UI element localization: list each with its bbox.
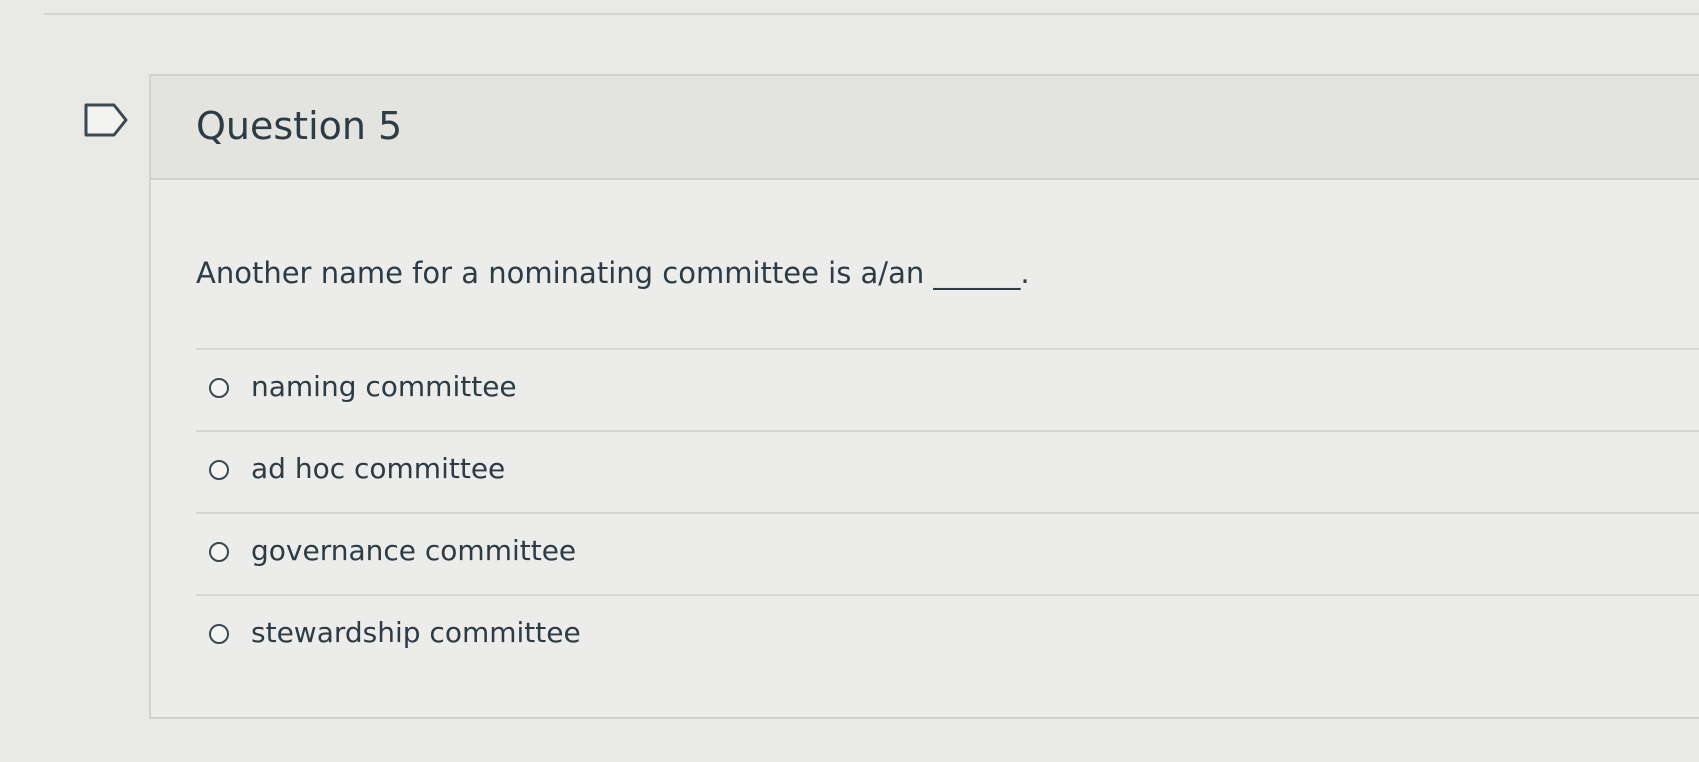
- answer-option[interactable]: naming committee: [196, 348, 1699, 430]
- question-text: Another name for a nominating committee …: [196, 256, 1030, 290]
- radio-button[interactable]: [209, 542, 229, 562]
- answer-label[interactable]: governance committee: [251, 534, 576, 567]
- radio-button[interactable]: [209, 624, 229, 644]
- question-title: Question 5: [196, 104, 403, 148]
- flag-question-icon[interactable]: [84, 103, 130, 137]
- radio-button[interactable]: [209, 378, 229, 398]
- answer-label[interactable]: naming committee: [251, 370, 517, 403]
- answer-list: naming committee ad hoc committee govern…: [196, 348, 1699, 676]
- question-header: Question 5: [151, 76, 1699, 180]
- question-card: Question 5 Another name for a nominating…: [149, 74, 1699, 719]
- answer-option[interactable]: governance committee: [196, 512, 1699, 594]
- top-divider: [44, 13, 1699, 15]
- answer-option[interactable]: ad hoc committee: [196, 430, 1699, 512]
- answer-label[interactable]: stewardship committee: [251, 616, 581, 649]
- answer-label[interactable]: ad hoc committee: [251, 452, 505, 485]
- answer-option[interactable]: stewardship committee: [196, 594, 1699, 676]
- radio-button[interactable]: [209, 460, 229, 480]
